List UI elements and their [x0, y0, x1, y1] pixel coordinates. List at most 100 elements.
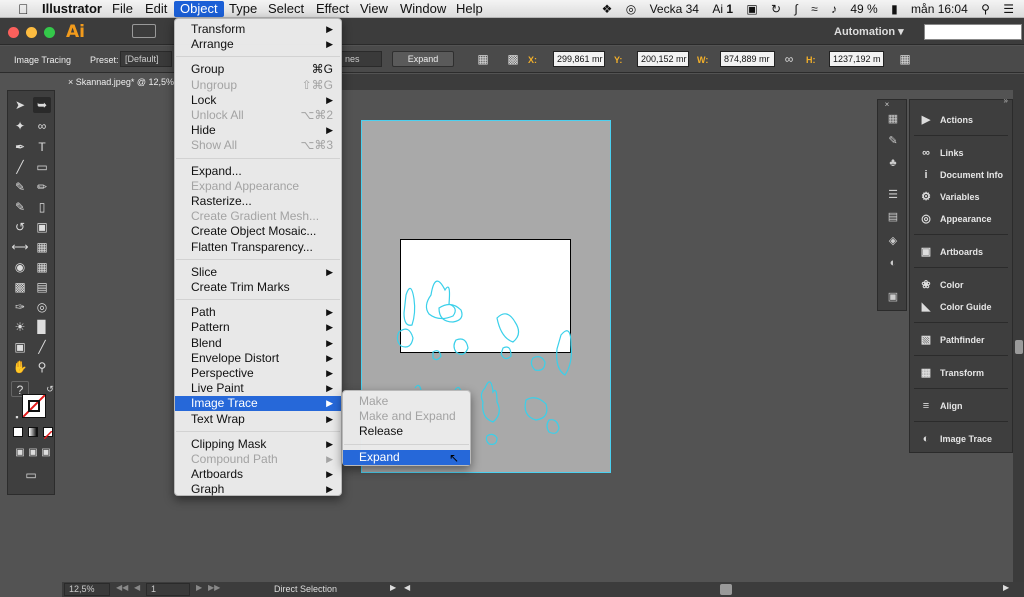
- menu-edit[interactable]: Edit: [139, 1, 173, 17]
- panel-item-appearance[interactable]: ◎ Appearance: [910, 208, 1012, 230]
- h-field[interactable]: 1237,192 m: [829, 51, 884, 67]
- object-menu-item-flatten-transparency[interactable]: Flatten Transparency...: [175, 240, 341, 255]
- object-menu-item-pattern[interactable]: Pattern ▶: [175, 320, 341, 335]
- current-tool-status[interactable]: Direct Selection: [274, 584, 337, 594]
- draw-inside-icon[interactable]: ▣: [37, 445, 55, 461]
- symbols-icon[interactable]: ♣: [886, 156, 900, 170]
- transform-options-icon[interactable]: ▦: [896, 51, 914, 67]
- blend-tool-icon[interactable]: ◎: [33, 299, 51, 315]
- artboard-tool-icon[interactable]: ▣: [11, 339, 29, 355]
- workspace-switcher[interactable]: Automation ▾: [834, 25, 904, 38]
- object-menu-item-clipping-mask[interactable]: Clipping Mask ▶: [175, 437, 341, 452]
- type-tool-icon[interactable]: T: [33, 139, 51, 155]
- sync-icon[interactable]: ◎: [626, 2, 636, 16]
- notification-center-icon[interactable]: ☰: [1003, 2, 1014, 16]
- eyedropper-tool-icon[interactable]: ✑: [11, 299, 29, 315]
- status-menu-arrow-icon[interactable]: ▶: [390, 583, 396, 592]
- default-colors-icon[interactable]: ▪: [8, 409, 26, 425]
- object-menu-item-arrange[interactable]: Arrange ▶: [175, 37, 341, 52]
- close-tab-icon[interactable]: ×: [68, 77, 73, 87]
- shape-builder-tool-icon[interactable]: ◉: [11, 259, 29, 275]
- object-menu-item-envelope-distort[interactable]: Envelope Distort ▶: [175, 351, 341, 366]
- object-menu-item-image-trace[interactable]: Image Trace ▶: [175, 396, 341, 412]
- dropbox-icon[interactable]: ❖: [602, 2, 613, 16]
- object-menu-item-artboards[interactable]: Artboards ▶: [175, 467, 341, 482]
- screen-mode-icon[interactable]: ▭: [22, 467, 40, 483]
- gradient-icon[interactable]: ▤: [886, 210, 900, 224]
- scale-tool-icon[interactable]: ▣: [33, 219, 51, 235]
- next-artboard-icon[interactable]: ▶: [196, 583, 202, 592]
- rotate-tool-icon[interactable]: ↺: [11, 219, 29, 235]
- width-tool-icon[interactable]: ⟷: [11, 239, 29, 255]
- battery-icon[interactable]: ▮: [891, 2, 898, 16]
- panel-item-actions[interactable]: ▶ Actions: [910, 109, 1012, 131]
- previous-artboard-icon[interactable]: ◀: [134, 583, 140, 592]
- menu-file[interactable]: File: [106, 1, 139, 17]
- object-menu-item-create-trim-marks[interactable]: Create Trim Marks: [175, 280, 341, 295]
- direct-selection-tool-icon[interactable]: ➥: [33, 97, 51, 113]
- app-menu[interactable]: Illustrator: [36, 1, 108, 17]
- eraser-tool-icon[interactable]: ▯: [33, 199, 51, 215]
- horizontal-scroll-thumb[interactable]: [720, 584, 732, 595]
- menu-object[interactable]: Object: [174, 1, 224, 17]
- menu-select[interactable]: Select: [262, 1, 310, 17]
- panel-item-document-info[interactable]: i Document Info: [910, 164, 1012, 186]
- transparency-icon[interactable]: ◐: [886, 256, 900, 270]
- gradient-tool-icon[interactable]: ▤: [33, 279, 51, 295]
- color-mode-icon[interactable]: [13, 427, 23, 437]
- object-menu-item-rasterize[interactable]: Rasterize...: [175, 194, 341, 209]
- apple-icon[interactable]: : [12, 1, 35, 17]
- gradient-mode-icon[interactable]: [28, 427, 38, 437]
- slice-tool-icon[interactable]: ╱: [33, 339, 51, 355]
- object-menu-item-create-object-mosaic[interactable]: Create Object Mosaic...: [175, 224, 341, 239]
- selection-tool-icon[interactable]: ➤: [11, 97, 29, 113]
- object-menu-item-transform[interactable]: Transform ▶: [175, 22, 341, 37]
- panel-item-transform[interactable]: ▦ Transform: [910, 362, 1012, 384]
- document-tab[interactable]: × Skannad.jpeg* @ 12,5%: [62, 74, 174, 90]
- close-panel-icon[interactable]: ×: [880, 98, 894, 112]
- close-window-button[interactable]: [8, 27, 19, 38]
- reference-point-icon[interactable]: ▦: [474, 51, 492, 67]
- preset-dropdown[interactable]: [Default]: [120, 51, 172, 67]
- line-tool-icon[interactable]: ╱: [11, 159, 29, 175]
- object-menu-item-hide[interactable]: Hide ▶: [175, 123, 341, 138]
- zoom-dropdown[interactable]: 12,5%: [64, 583, 110, 596]
- magic-wand-tool-icon[interactable]: ✦: [11, 118, 29, 134]
- first-artboard-icon[interactable]: ◀◀: [116, 583, 128, 592]
- object-menu-item-blend[interactable]: Blend ▶: [175, 336, 341, 351]
- symbol-sprayer-tool-icon[interactable]: ☀: [11, 319, 29, 335]
- clock[interactable]: mån 16:04: [911, 2, 968, 16]
- swatches-icon[interactable]: ▦: [886, 112, 900, 126]
- panel-item-color[interactable]: ❀ Color: [910, 274, 1012, 296]
- time-machine-icon[interactable]: ↻: [771, 2, 781, 16]
- week-label[interactable]: Vecka 34: [650, 2, 699, 16]
- expand-button[interactable]: Expand: [392, 51, 454, 67]
- menu-window[interactable]: Window: [394, 1, 452, 17]
- lasso-tool-icon[interactable]: ∞: [33, 118, 51, 134]
- ai-indicator-icon[interactable]: Ai 1: [712, 2, 733, 16]
- display-icon[interactable]: ▣: [746, 2, 757, 16]
- panel-item-pathfinder[interactable]: ▧ Pathfinder: [910, 329, 1012, 351]
- blob-brush-tool-icon[interactable]: ✎: [11, 199, 29, 215]
- panel-item-links[interactable]: ∞ Links: [910, 142, 1012, 164]
- menu-help[interactable]: Help: [450, 1, 489, 17]
- object-menu-item-lock[interactable]: Lock ▶: [175, 93, 341, 108]
- menu-view[interactable]: View: [354, 1, 394, 17]
- none-mode-icon[interactable]: [43, 427, 53, 440]
- free-transform-tool-icon[interactable]: ▦: [33, 239, 51, 255]
- panel-item-align[interactable]: ≡ Align: [910, 395, 1012, 417]
- zoom-window-button[interactable]: [44, 27, 55, 38]
- help-search-input[interactable]: [924, 24, 1022, 40]
- scroll-left-icon[interactable]: ◀: [404, 583, 410, 592]
- object-menu-item-text-wrap[interactable]: Text Wrap ▶: [175, 412, 341, 427]
- mesh-tool-icon[interactable]: ▩: [11, 279, 29, 295]
- stroke-icon[interactable]: ☰: [886, 188, 900, 202]
- panel-item-color-guide[interactable]: ◣ Color Guide: [910, 296, 1012, 318]
- menu-effect[interactable]: Effect: [310, 1, 355, 17]
- wifi-icon[interactable]: ≈: [811, 2, 818, 16]
- perspective-grid-tool-icon[interactable]: ▦: [33, 259, 51, 275]
- artboard-number-dropdown[interactable]: 1: [146, 583, 190, 596]
- object-menu-item-group[interactable]: Group ⌘G: [175, 62, 341, 77]
- view-dropdown[interactable]: nes: [340, 51, 382, 67]
- object-menu-item-expand[interactable]: Expand...: [175, 164, 341, 179]
